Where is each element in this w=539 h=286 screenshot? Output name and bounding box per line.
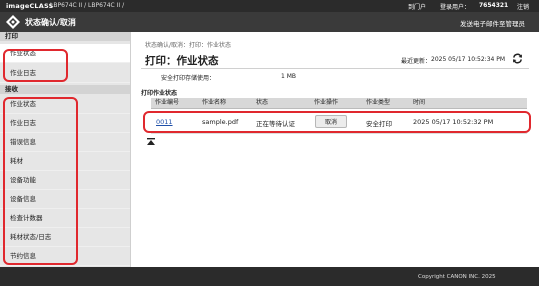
sidebar: 打印 作业状态 作业日志 接收 作业状态 作业日志 错误信息 耗材 设备功能 设… xyxy=(0,32,131,267)
footer: Copyright CANON INC. 2025 xyxy=(0,267,539,286)
column-header-job-type: 作业类型 xyxy=(366,99,391,106)
highlight-scan-group xyxy=(3,97,78,265)
breadcrumb: 状态确认/取消：打印：作业状态 xyxy=(145,42,232,49)
brand-name: imageCLASS xyxy=(6,2,54,10)
portal-link[interactable]: 到门户 xyxy=(408,2,426,11)
header-divider xyxy=(151,108,527,109)
login-user-id: 7654321 xyxy=(479,2,509,9)
table-header: 作业编号 作业名称 状态 作业操作 作业类型 时间 xyxy=(151,98,527,108)
print-job-status-section-label: 打印作业状态 xyxy=(141,90,178,97)
email-admin-link[interactable]: 发送电子邮件至管理员 xyxy=(460,18,525,28)
sidebar-scan-header: 接收 xyxy=(0,85,130,94)
status-monitor-icon xyxy=(6,15,20,29)
sidebar-print-header: 打印 xyxy=(0,32,130,41)
title-bar: 状态确认/取消 发送电子邮件至管理员 xyxy=(0,12,539,32)
table-bottom-divider xyxy=(151,133,527,134)
highlight-job-row xyxy=(143,111,531,133)
column-header-action: 作业操作 xyxy=(314,99,339,106)
last-updated-time: 2025 05/17 10:52:34 PM xyxy=(431,56,506,63)
title-divider xyxy=(141,68,529,69)
login-user-label: 登录用户： xyxy=(440,4,471,11)
top-bar: imageCLASS LBP674C II / LBP674C II / 到门户… xyxy=(0,0,539,12)
main-content: 状态确认/取消：打印：作业状态 打印：作业状态 最近更新： 2025 05/17… xyxy=(131,32,539,267)
logout-link[interactable]: 注销 xyxy=(517,2,529,11)
highlight-print-group xyxy=(3,49,68,82)
column-header-job-name: 作业名称 xyxy=(202,99,227,106)
page-title: 打印：作业状态 xyxy=(145,55,219,67)
column-header-job-no: 作业编号 xyxy=(155,99,180,106)
device-model: LBP674C II / LBP674C II / xyxy=(50,2,125,9)
refresh-icon[interactable] xyxy=(512,53,523,64)
column-header-status: 状态 xyxy=(256,99,269,106)
copyright-text: Copyright CANON INC. 2025 xyxy=(418,274,496,280)
secure-print-storage-label: 安全打印存储使用： xyxy=(161,75,216,82)
secure-print-storage-value: 1 MB xyxy=(281,73,297,80)
back-to-top-icon[interactable] xyxy=(146,138,156,146)
page-section-title: 状态确认/取消 xyxy=(25,18,76,27)
last-updated-label: 最近更新： xyxy=(401,58,432,65)
column-header-time: 时间 xyxy=(413,99,426,106)
